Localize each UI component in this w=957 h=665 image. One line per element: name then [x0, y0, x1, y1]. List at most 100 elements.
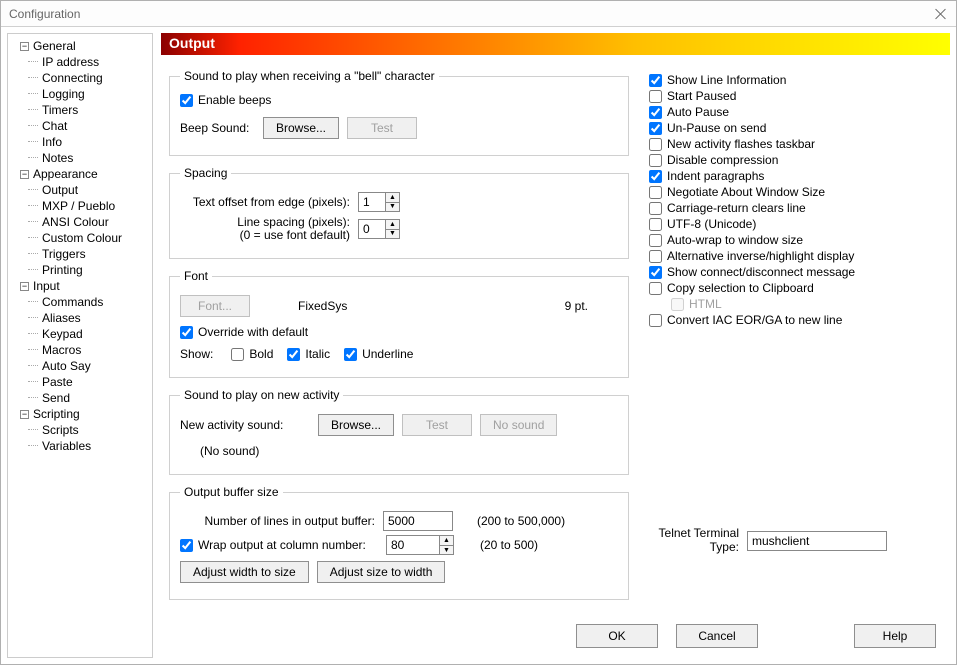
btn-activity-browse[interactable]: Browse...	[318, 414, 394, 436]
chk-utf8[interactable]	[649, 218, 662, 231]
input-buffer-lines[interactable]	[383, 511, 453, 531]
chk-auto-pause[interactable]	[649, 106, 662, 119]
chk-underline[interactable]	[344, 348, 357, 361]
tree-item-output[interactable]: Output	[18, 182, 152, 198]
lbl-italic: Italic	[305, 347, 330, 361]
close-icon[interactable]	[934, 7, 948, 21]
chk-start-paused[interactable]	[649, 90, 662, 103]
lbl-text-offset: Text offset from edge (pixels):	[180, 195, 350, 209]
chk-unpause-on-send[interactable]	[649, 122, 662, 135]
btn-beep-test[interactable]: Test	[347, 117, 417, 139]
titlebar: Configuration	[1, 1, 956, 27]
chk-indent-paragraphs[interactable]	[649, 170, 662, 183]
lbl-opt: Auto Pause	[667, 105, 729, 119]
tree-item-chat[interactable]: Chat	[18, 118, 152, 134]
tree-item-autosay[interactable]: Auto Say	[18, 358, 152, 374]
btn-activity-test[interactable]: Test	[402, 414, 472, 436]
lbl-opt: Convert IAC EOR/GA to new line	[667, 313, 842, 327]
chk-show-line-info[interactable]	[649, 74, 662, 87]
lbl-opt: UTF-8 (Unicode)	[667, 217, 756, 231]
tree-item-paste[interactable]: Paste	[18, 374, 152, 390]
tree-item-send[interactable]: Send	[18, 390, 152, 406]
lbl-wrap: Wrap output at column number:	[198, 538, 378, 552]
btn-activity-nosound[interactable]: No sound	[480, 414, 557, 436]
input-telnet-type[interactable]	[747, 531, 887, 551]
tree-item-info[interactable]: Info	[18, 134, 152, 150]
tree-item-notes[interactable]: Notes	[18, 150, 152, 166]
lbl-new-activity-sound: New activity sound:	[180, 418, 310, 432]
chk-alt-inverse[interactable]	[649, 250, 662, 263]
input-wrap-col[interactable]	[386, 535, 440, 555]
chk-show-connect-msg[interactable]	[649, 266, 662, 279]
chk-disable-compression[interactable]	[649, 154, 662, 167]
tree-item-keypad[interactable]: Keypad	[18, 326, 152, 342]
group-buffer: Output buffer size Number of lines in ou…	[169, 485, 629, 600]
input-line-spacing[interactable]	[358, 219, 386, 239]
lbl-opt: Carriage-return clears line	[667, 201, 806, 215]
input-text-offset[interactable]	[358, 192, 386, 212]
btn-cancel[interactable]: Cancel	[676, 624, 758, 648]
tree-item-timers[interactable]: Timers	[18, 102, 152, 118]
window-title: Configuration	[9, 7, 934, 21]
lbl-opt: New activity flashes taskbar	[667, 137, 815, 151]
lbl-lines-range: (200 to 500,000)	[477, 514, 565, 528]
chk-italic[interactable]	[287, 348, 300, 361]
tree-appearance[interactable]: −Appearance	[18, 166, 152, 182]
lbl-opt: Disable compression	[667, 153, 778, 167]
btn-ok[interactable]: OK	[576, 624, 658, 648]
lbl-line-spacing-hint: (0 = use font default)	[240, 228, 350, 242]
btn-font[interactable]: Font...	[180, 295, 250, 317]
panel-header: Output	[161, 33, 950, 55]
btn-adjust-s2w[interactable]: Adjust size to width	[317, 561, 446, 583]
tree-scripting[interactable]: −Scripting	[18, 406, 152, 422]
lbl-opt: Show Line Information	[667, 73, 786, 87]
tree-item-mxp[interactable]: MXP / Pueblo	[18, 198, 152, 214]
chk-copy-clipboard[interactable]	[649, 282, 662, 295]
legend-spacing: Spacing	[180, 166, 231, 180]
chk-enable-beeps[interactable]	[180, 94, 193, 107]
btn-help[interactable]: Help	[854, 624, 936, 648]
tree-item-commands[interactable]: Commands	[18, 294, 152, 310]
btn-beep-browse[interactable]: Browse...	[263, 117, 339, 139]
lbl-telnet-type: Telnet TerminalType:	[649, 527, 739, 555]
chk-flash-taskbar[interactable]	[649, 138, 662, 151]
chk-naws[interactable]	[649, 186, 662, 199]
lbl-underline: Underline	[362, 347, 413, 361]
config-window: Configuration −General IP address Connec…	[0, 0, 957, 665]
lbl-html: HTML	[689, 297, 722, 311]
lbl-opt: Copy selection to Clipboard	[667, 281, 814, 295]
chk-convert-eor[interactable]	[649, 314, 662, 327]
chk-cr-clears[interactable]	[649, 202, 662, 215]
tree-item-custom-colour[interactable]: Custom Colour	[18, 230, 152, 246]
tree-item-macros[interactable]: Macros	[18, 342, 152, 358]
chk-override-default[interactable]	[180, 326, 193, 339]
collapse-icon[interactable]: −	[20, 282, 29, 291]
tree-item-variables[interactable]: Variables	[18, 438, 152, 454]
chk-wrap[interactable]	[180, 539, 193, 552]
collapse-icon[interactable]: −	[20, 410, 29, 419]
chk-autowrap[interactable]	[649, 234, 662, 247]
spinner-icon[interactable]: ▲▼	[440, 535, 454, 555]
lbl-beep-sound: Beep Sound:	[180, 121, 255, 135]
collapse-icon[interactable]: −	[20, 170, 29, 179]
chk-bold[interactable]	[231, 348, 244, 361]
tree-item-aliases[interactable]: Aliases	[18, 310, 152, 326]
tree-general[interactable]: −General	[18, 38, 152, 54]
btn-adjust-w2s[interactable]: Adjust width to size	[180, 561, 309, 583]
tree-item-printing[interactable]: Printing	[18, 262, 152, 278]
chk-html[interactable]	[671, 298, 684, 311]
lbl-opt: Show connect/disconnect message	[667, 265, 855, 279]
tree-input[interactable]: −Input	[18, 278, 152, 294]
lbl-opt: Alternative inverse/highlight display	[667, 249, 854, 263]
lbl-lines: Number of lines in output buffer:	[180, 514, 375, 528]
tree-item-ipaddress[interactable]: IP address	[18, 54, 152, 70]
tree-item-logging[interactable]: Logging	[18, 86, 152, 102]
spinner-icon[interactable]: ▲▼	[386, 192, 400, 212]
collapse-icon[interactable]: −	[20, 42, 29, 51]
tree-item-ansi[interactable]: ANSI Colour	[18, 214, 152, 230]
tree-item-connecting[interactable]: Connecting	[18, 70, 152, 86]
tree-item-scripts[interactable]: Scripts	[18, 422, 152, 438]
tree-item-triggers[interactable]: Triggers	[18, 246, 152, 262]
spinner-icon[interactable]: ▲▼	[386, 219, 400, 239]
lbl-font-size: 9 pt.	[565, 299, 588, 313]
